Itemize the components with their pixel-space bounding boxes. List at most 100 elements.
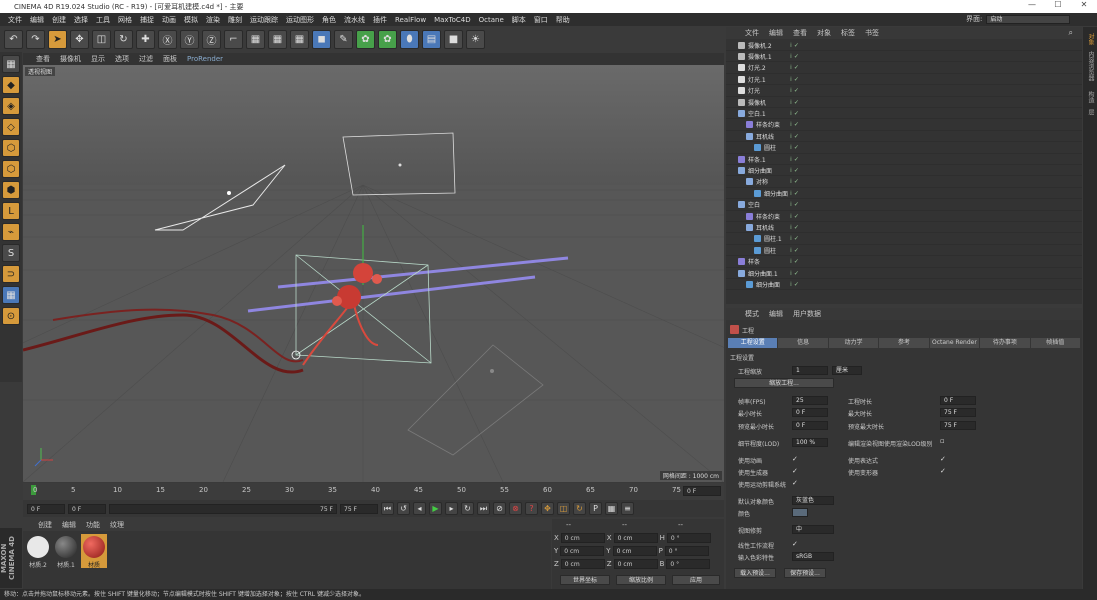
play-icon[interactable]: ▶ — [429, 502, 442, 515]
visibility-flags-icon[interactable]: ⁞ ✓ — [790, 99, 799, 106]
scale-icon[interactable]: ◫ — [92, 30, 111, 49]
object-row[interactable]: 样条.1 ⁞ ✓ — [726, 154, 1082, 165]
coord-field[interactable]: 0 cm — [560, 559, 605, 569]
point-level-icon[interactable]: ▦ — [605, 502, 618, 515]
menu-tools[interactable]: 工具 — [92, 15, 114, 25]
snap-icon[interactable]: S — [2, 244, 20, 262]
attr-menu-edit[interactable]: 编辑 — [764, 309, 788, 319]
object-row[interactable]: 圆柱 ⁞ ✓ — [726, 245, 1082, 257]
max-time-field[interactable]: 75 F — [940, 408, 976, 417]
coord-field[interactable]: 0 cm — [560, 546, 605, 556]
auto-key-icon[interactable]: ⊗ — [509, 502, 522, 515]
range-slider[interactable]: 75 F — [109, 503, 337, 514]
visibility-flags-icon[interactable]: ⁞ ✓ — [790, 247, 799, 254]
object-row[interactable]: 空白 ⁞ ✓ — [726, 200, 1082, 211]
menu-window[interactable]: 窗口 — [530, 15, 552, 25]
object-row[interactable]: 灯光.2 ⁞ ✓ — [726, 63, 1082, 74]
tab-dynamics[interactable]: 动力学 — [828, 338, 879, 348]
save-preset-button[interactable]: 保存预设... — [784, 568, 826, 578]
magnet-icon[interactable]: ⊃ — [2, 265, 20, 283]
grid-icon[interactable]: ▦ — [2, 286, 20, 304]
render-lod-checkbox[interactable]: ▫ — [940, 437, 945, 445]
menu-script[interactable]: 脚本 — [508, 15, 530, 25]
light-icon[interactable]: ☀ — [466, 30, 485, 49]
cube-icon[interactable]: ◼ — [312, 30, 331, 49]
undo-icon[interactable]: ↶ — [4, 30, 23, 49]
visibility-flags-icon[interactable]: ⁞ ✓ — [790, 235, 799, 242]
coord-field[interactable]: 0 cm — [613, 559, 658, 569]
render-view-icon[interactable]: ▦ — [246, 30, 265, 49]
vp-menu-view[interactable]: 查看 — [31, 54, 55, 64]
pen-icon[interactable]: ✎ — [334, 30, 353, 49]
visibility-flags-icon[interactable]: ⁞ ✓ — [790, 42, 799, 49]
y-axis-icon[interactable]: Ⓨ — [180, 30, 199, 49]
visibility-flags-icon[interactable]: ⁞ ✓ — [790, 213, 799, 220]
coord-field[interactable]: 0 cm — [613, 533, 658, 543]
obj-menu-bookmarks[interactable]: 书签 — [860, 28, 884, 38]
texture-mode-icon[interactable]: ◈ — [2, 97, 20, 115]
search-icon[interactable]: ⌕ — [1064, 28, 1078, 38]
load-preset-button[interactable]: 载入预设... — [734, 568, 776, 578]
use-deformers-checkbox[interactable]: ✓ — [940, 467, 946, 475]
attr-menu-mode[interactable]: 模式 — [740, 309, 764, 319]
object-row[interactable]: 圆柱 ⁞ ✓ — [726, 143, 1082, 154]
material-swatch[interactable]: 材质.2 — [25, 534, 51, 569]
x-axis-icon[interactable]: Ⓧ — [158, 30, 177, 49]
visibility-flags-icon[interactable]: ⁞ ✓ — [790, 144, 799, 151]
position-key-icon[interactable]: ✥ — [541, 502, 554, 515]
menu-realflow[interactable]: RealFlow — [391, 16, 430, 24]
menu-animate[interactable]: 动画 — [158, 15, 180, 25]
preview-min-field[interactable]: 0 F — [792, 421, 828, 430]
tab-project-settings[interactable]: 工程设置 — [728, 338, 778, 348]
z-axis-icon[interactable]: Ⓩ — [202, 30, 221, 49]
vp-menu-options[interactable]: 选项 — [110, 54, 134, 64]
visibility-flags-icon[interactable]: ⁞ ✓ — [790, 224, 799, 231]
attr-menu-user-data[interactable]: 用户数据 — [788, 309, 826, 319]
tab-octane-render[interactable]: Octane Render — [929, 338, 980, 348]
menu-motion-tracker[interactable]: 运动跟踪 — [246, 15, 282, 25]
color-swatch[interactable] — [792, 508, 808, 517]
mat-menu-create[interactable]: 创建 — [33, 520, 57, 530]
use-generators-checkbox[interactable]: ✓ — [792, 467, 798, 475]
start-frame-field[interactable]: 0 F — [27, 503, 65, 514]
menu-sculpt[interactable]: 雕刻 — [224, 15, 246, 25]
visibility-flags-icon[interactable]: ⁞ ✓ — [790, 270, 799, 277]
interface-dropdown[interactable]: 启动 — [986, 14, 1071, 24]
current-frame-field[interactable]: 0 F — [68, 503, 106, 514]
menu-octane[interactable]: Octane — [475, 16, 508, 24]
tab-reference[interactable]: 参考 — [879, 338, 929, 348]
scale-project-button[interactable]: 缩放工程... — [734, 378, 834, 388]
floor-icon[interactable]: ▤ — [422, 30, 441, 49]
visibility-flags-icon[interactable]: ⁞ ✓ — [790, 156, 799, 163]
object-row[interactable]: 样条约束 ⁞ ✓ — [726, 211, 1082, 222]
go-to-end-icon[interactable]: ⏭ — [477, 502, 490, 515]
linear-workflow-checkbox[interactable]: ✓ — [792, 540, 798, 548]
end-frame-field[interactable]: 75 F — [340, 503, 378, 514]
points-mode-icon[interactable]: ⬡ — [2, 139, 20, 157]
object-row[interactable]: 细分曲面.1 ⁞ ✓ — [726, 268, 1082, 279]
dock-tab-content-browser[interactable]: 内容浏览器 — [1085, 51, 1095, 81]
vp-menu-display[interactable]: 显示 — [86, 54, 110, 64]
lock-icon[interactable]: ⊙ — [2, 307, 20, 325]
visibility-flags-icon[interactable]: ⁞ ✓ — [790, 133, 799, 140]
visibility-flags-icon[interactable]: ⁞ ✓ — [790, 110, 799, 117]
object-row[interactable]: 细分曲面 ⁞ ✓ — [726, 188, 1082, 200]
model-mode-icon[interactable]: ◆ — [2, 76, 20, 94]
use-motion-system-checkbox[interactable]: ✓ — [792, 479, 798, 487]
menu-edit[interactable]: 编辑 — [26, 15, 48, 25]
object-row[interactable]: 灯光 ⁞ ✓ — [726, 86, 1082, 97]
earphone-bud-right[interactable] — [353, 263, 373, 283]
menu-pipeline[interactable]: 流水线 — [340, 15, 369, 25]
visibility-flags-icon[interactable]: ⁞ ✓ — [790, 64, 799, 71]
visibility-flags-icon[interactable]: ⁞ ✓ — [790, 53, 799, 60]
menu-simulate[interactable]: 模拟 — [180, 15, 202, 25]
menu-mograph[interactable]: 运动图形 — [282, 15, 318, 25]
prev-frame-icon[interactable]: ◂ — [413, 502, 426, 515]
next-frame-icon[interactable]: ▸ — [445, 502, 458, 515]
object-row[interactable]: 样条 ⁞ ✓ — [726, 257, 1082, 268]
timeline-end-field[interactable]: 0 F — [683, 486, 721, 496]
coord-field[interactable]: 0 cm — [560, 533, 605, 543]
min-time-field[interactable]: 0 F — [792, 408, 828, 417]
recent-tool-icon[interactable]: ✚ — [136, 30, 155, 49]
earphone-bud-left[interactable] — [337, 285, 361, 309]
